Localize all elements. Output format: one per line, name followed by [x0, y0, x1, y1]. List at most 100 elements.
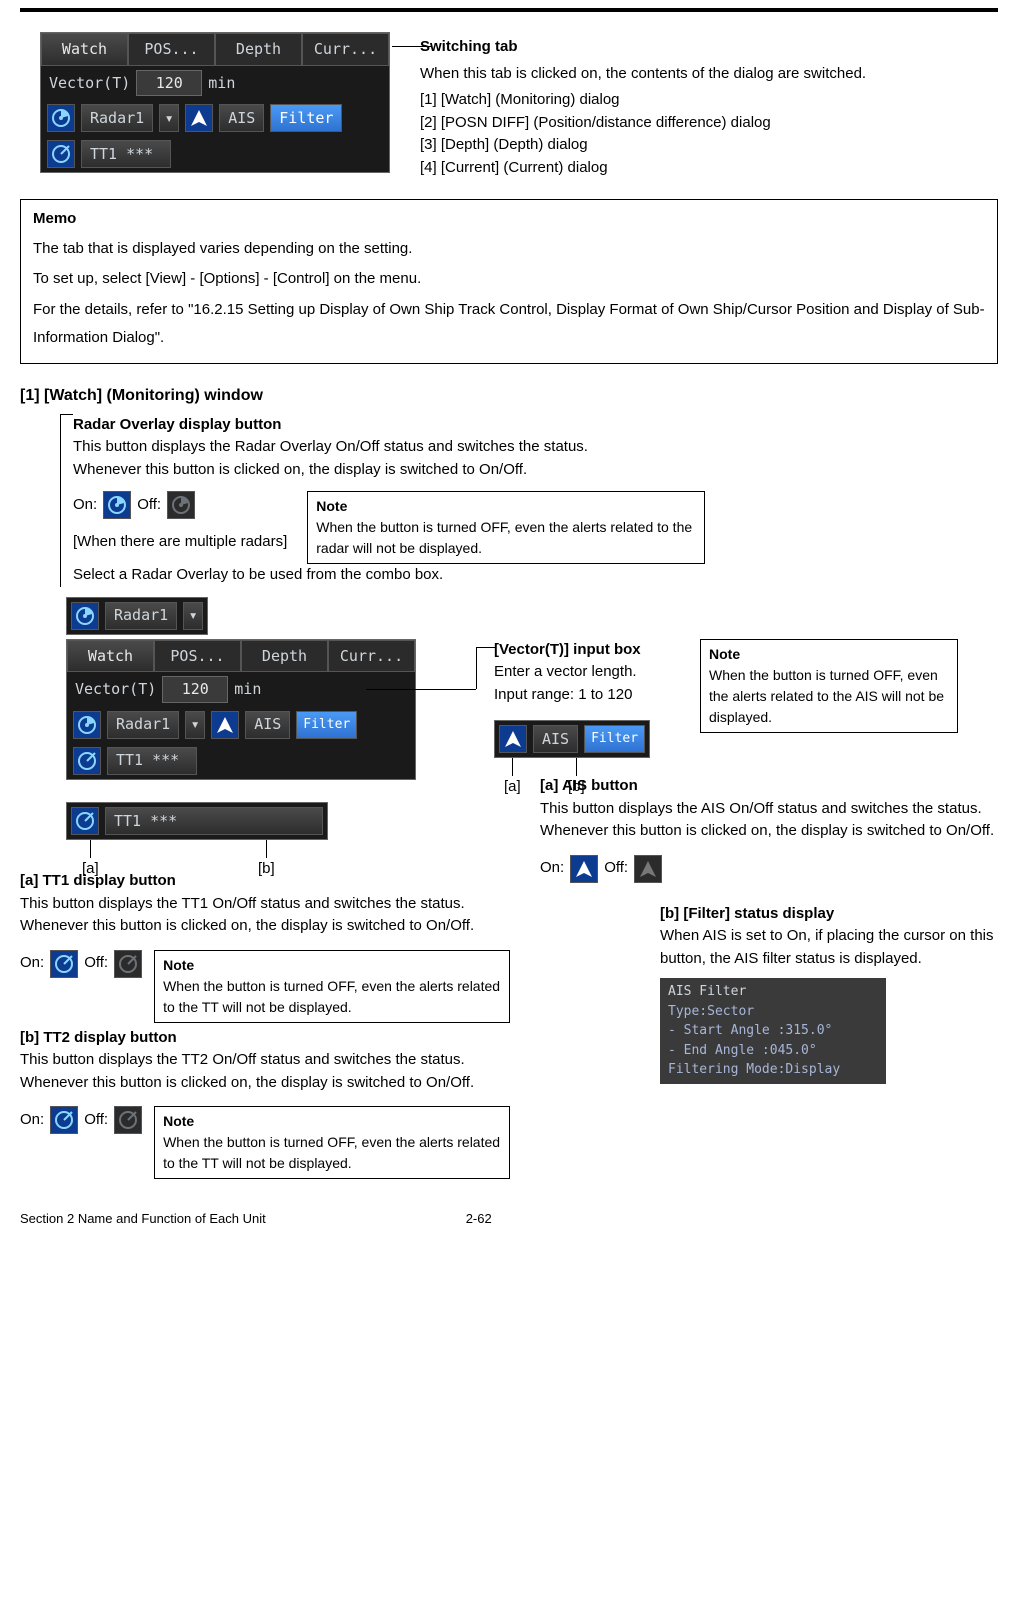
section-title: [1] [Watch] (Monitoring) window — [20, 384, 998, 408]
radar-note-title: Note — [316, 498, 347, 514]
tt1-snippet-icon[interactable] — [71, 807, 99, 835]
tt1-off-icon — [114, 950, 142, 978]
tt1-on-icon — [50, 950, 78, 978]
tt1-note-body: When the button is turned OFF, even the … — [163, 978, 500, 1015]
tt2-on-icon — [50, 1106, 78, 1134]
watch-panel-mid: Watch POS... Depth Curr... Vector(T) 120… — [66, 639, 416, 780]
ais-snippet-button[interactable]: AIS — [533, 725, 578, 753]
switching-tab-intro: When this tab is clicked on, the content… — [420, 63, 998, 86]
ais-tooltip-l5: Filtering Mode:Display — [668, 1060, 878, 1080]
ais-icon[interactable] — [185, 104, 213, 132]
radar-icon-2[interactable] — [73, 711, 101, 739]
radar-button-2[interactable]: Radar1 — [107, 711, 179, 739]
radar-off-icon — [167, 491, 195, 519]
ais-on-label: On: — [540, 857, 564, 880]
tt1-button-2[interactable]: TT1 *** — [107, 747, 197, 775]
radar-dropdown-icon-2[interactable]: ▾ — [185, 711, 205, 739]
tt2-note-title: Note — [163, 1113, 194, 1129]
tab-pos[interactable]: POS... — [128, 33, 215, 66]
filter-status-body: When AIS is set to On, if placing the cu… — [660, 925, 998, 970]
ais-btn-p2: Whenever this button is clicked on, the … — [540, 820, 998, 843]
tt-ab-a: [a] — [82, 858, 99, 881]
tt1-icon-2[interactable] — [73, 747, 101, 775]
footer-section: Section 2 Name and Function of Each Unit — [20, 1209, 266, 1229]
radar-overlay-p1: This button displays the Radar Overlay O… — [73, 436, 998, 459]
vector-box-title: [Vector(T)] input box — [494, 639, 684, 662]
tt1-button[interactable]: TT1 *** — [81, 140, 171, 168]
radar-icon[interactable] — [47, 104, 75, 132]
tab-curr[interactable]: Curr... — [302, 33, 389, 66]
tab-watch-2[interactable]: Watch — [67, 640, 154, 673]
radar-combo-icon[interactable] — [71, 602, 99, 630]
tt1-on-label: On: — [20, 952, 44, 975]
tt2-off-icon — [114, 1106, 142, 1134]
vector-input[interactable]: 120 — [136, 70, 202, 97]
tt-ab-b: [b] — [258, 858, 275, 881]
ais-tooltip-l2: Type:Sector — [668, 1002, 878, 1022]
radar-overlay-title: Radar Overlay display button — [73, 414, 998, 437]
tt2-p1: This button displays the TT2 On/Off stat… — [20, 1049, 510, 1072]
multi-radar-desc: Select a Radar Overlay to be used from t… — [73, 564, 998, 587]
tt2-off-label: Off: — [84, 1109, 108, 1132]
switching-item-4: [4] [Current] (Current) dialog — [420, 157, 998, 180]
ais-snippet-icon[interactable] — [499, 725, 527, 753]
ais-tooltip-l4: - End Angle :045.0° — [668, 1041, 878, 1061]
ais-icon-2[interactable] — [211, 711, 239, 739]
radar-note-body: When the button is turned OFF, even the … — [316, 519, 692, 556]
switching-tab-title: Switching tab — [420, 36, 998, 59]
tab-depth[interactable]: Depth — [215, 33, 302, 66]
multi-radar-label: [When there are multiple radars] — [73, 531, 287, 554]
vector-unit: min — [208, 72, 235, 95]
ais-ab-a: [a] — [504, 776, 521, 799]
page-top-bar — [20, 8, 998, 12]
filter-button-2[interactable]: Filter — [296, 711, 357, 739]
watch-panel-top: Watch POS... Depth Curr... Vector(T) 120… — [40, 32, 390, 173]
vector-input-2[interactable]: 120 — [162, 676, 228, 703]
tt1-p1: This button displays the TT1 On/Off stat… — [20, 893, 510, 916]
ais-btn-p1: This button displays the AIS On/Off stat… — [540, 798, 998, 821]
filter-status-title: [b] [Filter] status display — [660, 903, 998, 926]
memo-p2: To set up, select [View] - [Options] - [… — [33, 265, 985, 294]
ais-button[interactable]: AIS — [219, 104, 264, 132]
radar-button[interactable]: Radar1 — [81, 104, 153, 132]
tt2-title: [b] TT2 display button — [20, 1027, 510, 1050]
radar-off-label: Off: — [137, 494, 161, 517]
radar-on-icon — [103, 491, 131, 519]
vector-box-p2: Input range: 1 to 120 — [494, 684, 684, 707]
ais-off-label: Off: — [604, 857, 628, 880]
ais-note-body: When the button is turned OFF, even the … — [709, 667, 944, 725]
tt1-p2: Whenever this button is clicked on, the … — [20, 915, 510, 938]
radar-overlay-p2: Whenever this button is clicked on, the … — [73, 459, 998, 482]
tab-curr-2[interactable]: Curr... — [328, 640, 415, 673]
tab-watch[interactable]: Watch — [41, 33, 128, 66]
switching-item-1: [1] [Watch] (Monitoring) dialog — [420, 89, 998, 112]
tt2-p2: Whenever this button is clicked on, the … — [20, 1072, 510, 1095]
ais-button-2[interactable]: AIS — [245, 711, 290, 739]
tab-depth-2[interactable]: Depth — [241, 640, 328, 673]
radar-combo-button[interactable]: Radar1 — [105, 602, 177, 630]
vector-box-p1: Enter a vector length. — [494, 661, 684, 684]
filter-button[interactable]: Filter — [270, 104, 342, 132]
tt1-snippet-button[interactable]: TT1 *** — [105, 807, 323, 835]
tt1-icon[interactable] — [47, 140, 75, 168]
vector-label: Vector(T) — [49, 72, 130, 95]
memo-title: Memo — [33, 208, 985, 231]
tt1-off-label: Off: — [84, 952, 108, 975]
ais-ab-b: [b] — [568, 776, 585, 799]
memo-box: Memo The tab that is displayed varies de… — [20, 199, 998, 364]
tt1-note-title: Note — [163, 957, 194, 973]
tab-pos-2[interactable]: POS... — [154, 640, 241, 673]
ais-off-icon — [634, 855, 662, 883]
ais-note-title: Note — [709, 646, 740, 662]
switching-item-3: [3] [Depth] (Depth) dialog — [420, 134, 998, 157]
memo-p1: The tab that is displayed varies dependi… — [33, 235, 985, 264]
ais-on-icon — [570, 855, 598, 883]
filter-snippet-button[interactable]: Filter — [584, 725, 645, 753]
tt2-note-body: When the button is turned OFF, even the … — [163, 1134, 500, 1171]
ais-tooltip-l1: AIS Filter — [668, 982, 878, 1002]
vector-unit-2: min — [234, 678, 261, 701]
ais-filter-tooltip: AIS Filter Type:Sector - Start Angle :31… — [660, 978, 886, 1084]
radar-dropdown-icon[interactable]: ▾ — [159, 104, 179, 132]
switching-item-2: [2] [POSN DIFF] (Position/distance diffe… — [420, 112, 998, 135]
radar-combo-dropdown-icon[interactable]: ▾ — [183, 602, 203, 630]
